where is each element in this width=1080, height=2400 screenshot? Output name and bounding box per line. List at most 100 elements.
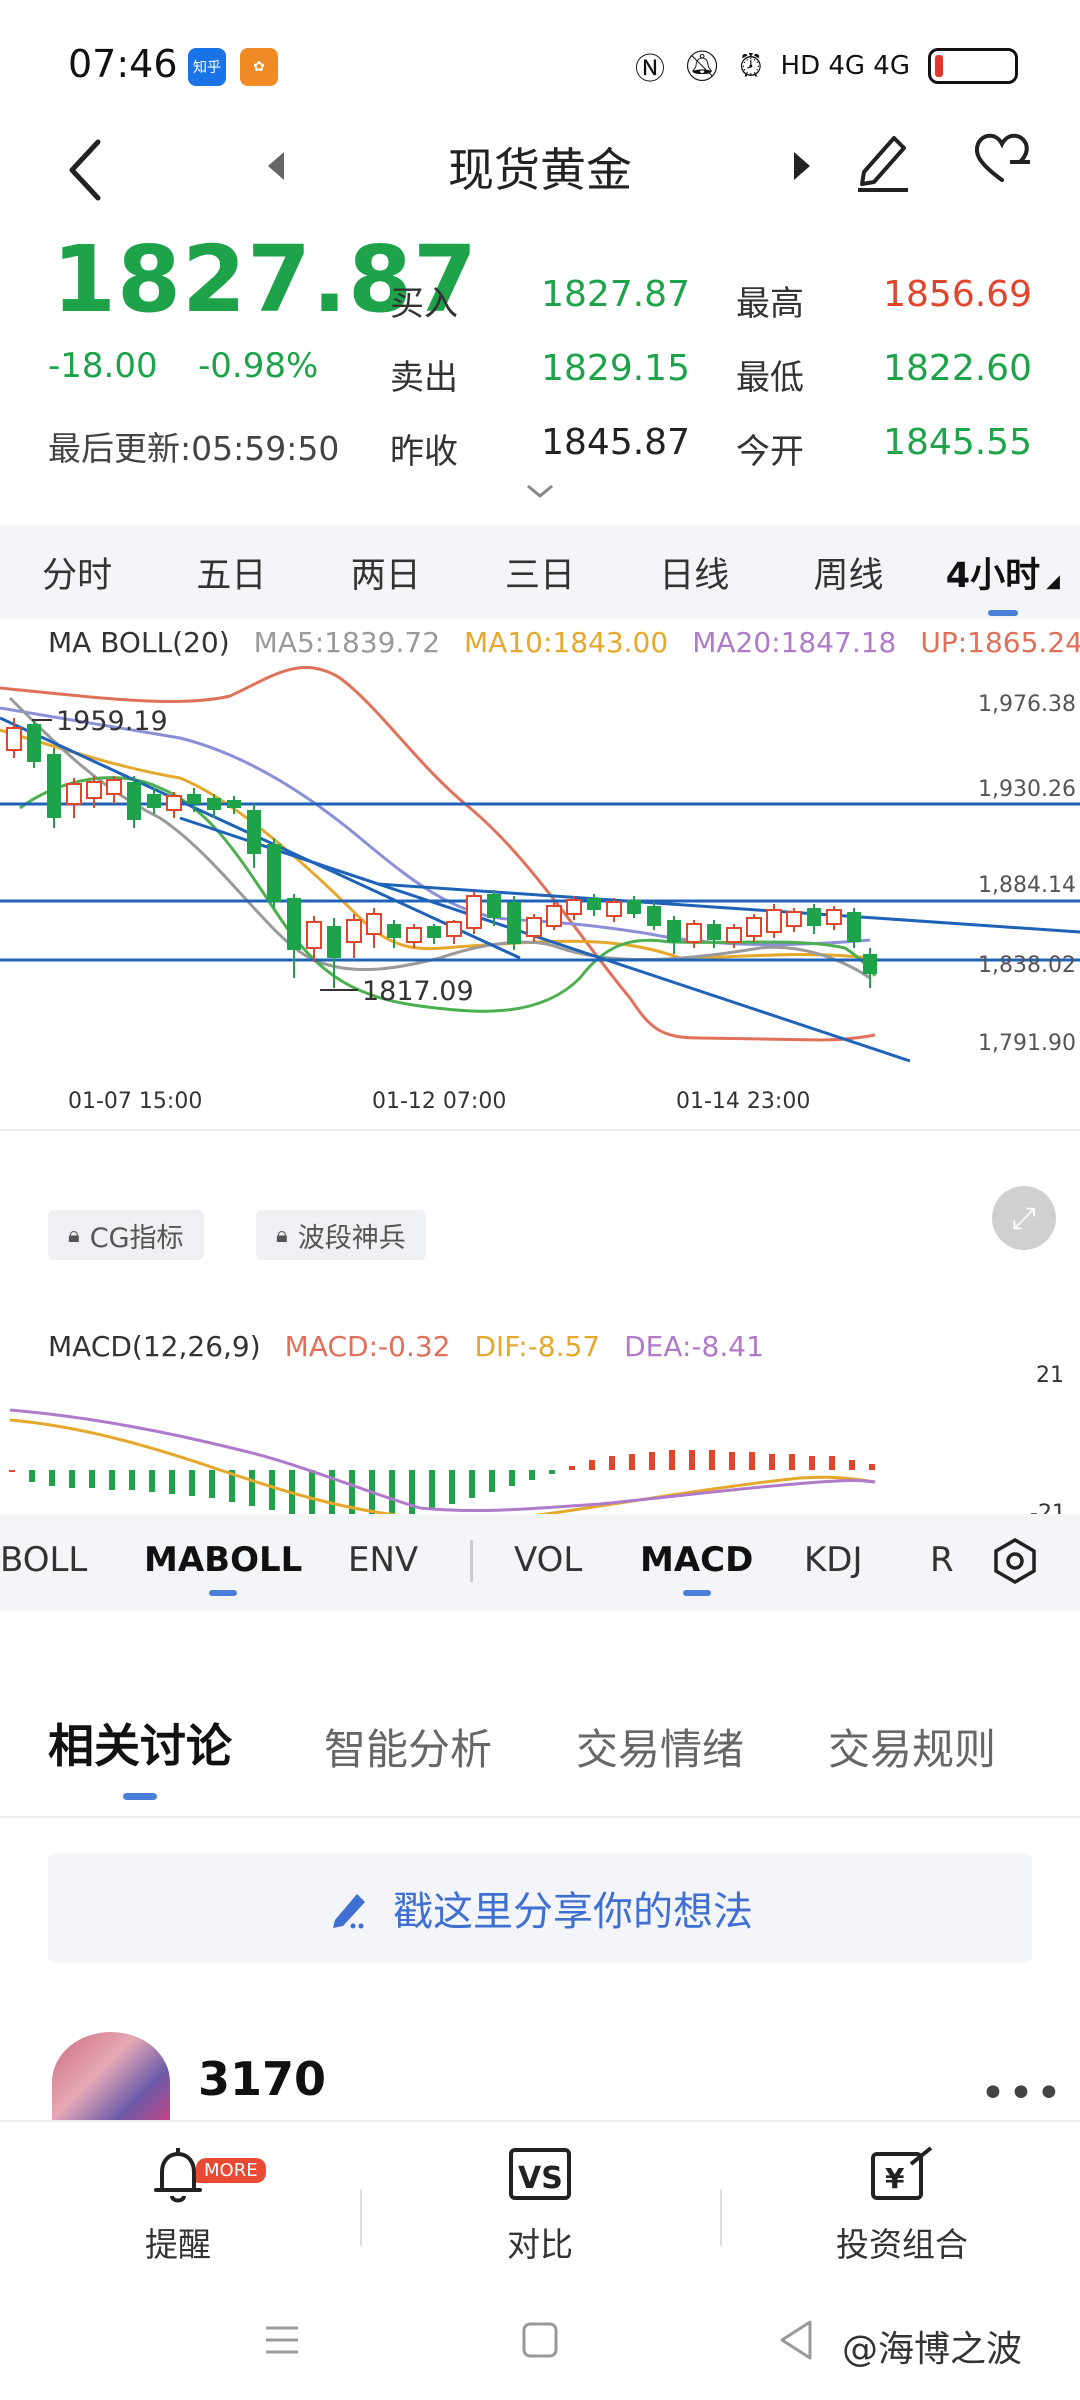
candle-body [106,779,122,795]
chevron-down-icon[interactable] [524,482,556,502]
dif-value: DIF:-8.57 [474,1330,601,1363]
candle-body [306,921,322,949]
price-change: -18.00 [48,346,158,386]
nfc-icon: Ⓝ [635,52,666,87]
fullscreen-icon[interactable]: ⤢ [992,1186,1056,1250]
legend-boll-up: UP:1865.24 [920,626,1080,659]
compare-button[interactable]: VS 对比 [430,2144,650,2266]
sell-value: 1829.15 [541,348,690,389]
macd-bar [69,1470,75,1488]
tab-two-day[interactable]: 两日 [309,547,463,598]
ma10-line [0,728,871,960]
candle-body [86,781,102,799]
portfolio-icon: ¥ [871,2146,933,2200]
lock-icon: 🔒︎ [276,1222,288,1248]
portfolio-button[interactable]: ¥ 投资组合 [792,2144,1012,2266]
macd-bar [849,1460,855,1470]
candle-body [526,917,542,937]
macd-name: MACD(12,26,9) [48,1330,261,1363]
candle-body [207,798,221,810]
macd-bar [769,1454,775,1470]
candle-body [507,902,521,944]
home-icon[interactable] [520,2320,560,2360]
vs-icon: VS [509,2148,571,2200]
settings-hexagon-icon[interactable] [990,1536,1040,1586]
alert-button[interactable]: 提醒 MORE [68,2144,288,2266]
candle-body [786,911,802,927]
chart-legend: MA BOLL(20) MA5:1839.72 MA10:1843.00 MA2… [48,626,1080,659]
price-change-percent: -0.98% [198,346,319,386]
tab-maboll[interactable]: MABOLL [144,1540,302,1580]
separator [720,2190,722,2246]
period-tabs: 分时 五日 两日 三日 日线 周线 4小时 ◢ [0,526,1080,618]
candle-body [147,794,161,808]
candle-body [746,917,762,937]
macd-bar [629,1454,635,1470]
tab-4-hour[interactable]: 4小时 ◢ [926,547,1080,598]
tab-vol[interactable]: VOL [514,1540,582,1580]
macd-bar [189,1470,195,1496]
menu-icon[interactable] [262,2320,302,2360]
tab-kdj[interactable]: KDJ [804,1540,863,1580]
high-value: 1856.69 [883,274,1032,315]
tab-trading-rules[interactable]: 交易规则 [828,1716,996,1777]
candle-body [66,783,82,805]
post-username[interactable]: 3170 [198,2052,326,2106]
uc-browser-icon: ✿ [240,48,278,86]
divider [0,1816,1080,1818]
tab-smart-analysis[interactable]: 智能分析 [324,1716,492,1777]
macd-bar [729,1452,735,1470]
header: 现货黄金 [0,120,1080,220]
tab-macd[interactable]: MACD [640,1540,753,1580]
candle-body [647,906,661,926]
macd-bar [829,1456,835,1470]
macd-bar [609,1456,615,1470]
sell-label: 卖出 [390,358,458,398]
favorite-heart-icon[interactable] [970,126,1034,190]
indicator-tabs: BOLL MABOLL ENV VOL MACD KDJ R [0,1514,1080,1610]
tab-three-day[interactable]: 三日 [463,547,617,598]
candle-body [847,912,861,942]
tab-related-discussion[interactable]: 相关讨论 [48,1710,232,1776]
price-chart[interactable]: MA BOLL(20) MA5:1839.72 MA10:1843.00 MA2… [0,618,1080,1526]
tab-five-day[interactable]: 五日 [154,547,308,598]
back-nav-icon[interactable] [776,2318,816,2362]
wave-indicator-chip[interactable]: 🔒︎ 波段神兵 [256,1210,426,1260]
macd-bar [449,1470,455,1504]
page-title: 现货黄金 [448,143,632,197]
macd-bar [589,1460,595,1470]
candlestick-svg: 1959.19 1817.09 1,976.38 1,930.26 1,884.… [0,666,1080,1131]
candle-body [546,905,562,927]
tab-r[interactable]: R [930,1540,954,1580]
macd-bar [509,1470,515,1486]
macd-svg: 21 -21 [9,1363,1066,1526]
candle-body [247,810,261,854]
share-prompt: 戳这里分享你的想法 [393,1889,753,1935]
legend-ma10: MA10:1843.00 [464,626,669,659]
cg-indicator-chip[interactable]: 🔒︎ CG指标 [48,1210,204,1260]
bottom-action-bar: 提醒 MORE VS 对比 ¥ 投资组合 [0,2120,1080,2290]
more-options-icon[interactable]: ••• [980,2068,1064,2119]
post-item[interactable]: 3170 ••• [0,2010,1080,2132]
y-tick-1838: 1,838.02 [978,953,1076,978]
edit-icon[interactable] [850,124,914,194]
candle-body [427,926,441,938]
tab-intraday[interactable]: 分时 [0,547,154,598]
low-marker: 1817.09 [362,976,474,1007]
macd-bar [129,1470,135,1490]
tab-daily[interactable]: 日线 [617,547,771,598]
next-instrument-icon[interactable] [786,146,816,186]
avatar[interactable] [52,2032,170,2132]
battery-icon [928,48,1018,84]
legend-indicator-name: MA BOLL(20) [48,626,230,659]
tab-env[interactable]: ENV [348,1540,418,1580]
tab-weekly[interactable]: 周线 [771,547,925,598]
dif-line [9,1418,876,1522]
macd-bar [269,1470,275,1510]
lock-icon: 🔒︎ [68,1222,80,1248]
tab-boll[interactable]: BOLL [0,1540,87,1580]
open-value: 1845.55 [883,422,1032,463]
prev-close-value: 1845.87 [541,422,690,463]
tab-trading-sentiment[interactable]: 交易情绪 [576,1716,744,1777]
share-thought-input[interactable]: 戳这里分享你的想法 [48,1854,1032,1962]
